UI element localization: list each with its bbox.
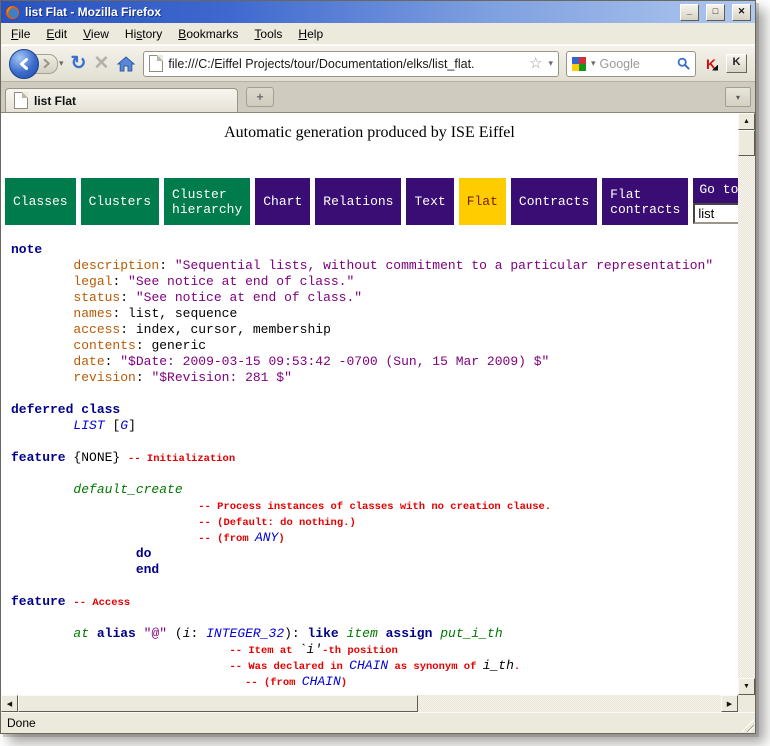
code-line: -- Item at `i'-th position	[11, 642, 738, 658]
stop-button: ✕	[93, 54, 109, 73]
nav-button-flat[interactable]: Flat	[459, 178, 506, 225]
back-button[interactable]	[9, 49, 39, 79]
scrollbar-corner	[738, 695, 755, 712]
nav-button-clusters[interactable]: Clusters	[81, 178, 159, 225]
code-line: access: index, cursor, membership	[11, 322, 738, 338]
bookmark-star-icon[interactable]: ☆	[529, 56, 542, 71]
menu-item-help[interactable]: Help	[290, 25, 331, 43]
goto-input[interactable]	[693, 203, 738, 224]
tab-favicon	[14, 92, 28, 109]
address-bar[interactable]: file:///C:/Eiffel Projects/tour/Document…	[143, 51, 559, 77]
code-line	[11, 466, 738, 482]
reload-button[interactable]: ↻	[71, 54, 87, 73]
horizontal-scroll-thumb[interactable]	[18, 695, 418, 712]
search-box[interactable]: ▾ Google	[566, 51, 696, 77]
code-line: -- (Default: do nothing.)	[11, 514, 738, 530]
vertical-scroll-thumb[interactable]	[738, 130, 755, 156]
code-line	[11, 610, 738, 626]
window-title: list Flat - Mozilla Firefox	[25, 5, 673, 19]
goto-label: Go to:	[693, 178, 738, 203]
nav-button-text[interactable]: Text	[406, 178, 453, 225]
navigation-toolbar: ▾ ↻ ✕ file:///C:/Eiffel Projects/tour/Do…	[1, 45, 755, 82]
scroll-right-button[interactable]: ▶	[721, 695, 738, 712]
menu-bar: FileEditViewHistoryBookmarksToolsHelp	[1, 23, 755, 45]
code-line: revision: "$Revision: 281 $"	[11, 370, 738, 386]
status-bar: Done	[1, 712, 755, 733]
code-line: -- Process instances of classes with no …	[11, 498, 738, 514]
scroll-up-button[interactable]: ▲	[738, 113, 755, 130]
tab-title: list Flat	[34, 94, 76, 108]
new-tab-button[interactable]: +	[246, 87, 274, 107]
code-line	[11, 434, 738, 450]
google-logo-icon	[572, 57, 586, 71]
horizontal-scrollbar[interactable]: ◀ ▶	[1, 695, 738, 712]
page-title: Automatic generation produced by ISE Eif…	[1, 124, 738, 142]
menu-item-file[interactable]: File	[3, 25, 38, 43]
code-line: -- (from ANY)	[11, 530, 738, 546]
menu-item-bookmarks[interactable]: Bookmarks	[170, 25, 246, 43]
title-bar[interactable]: list Flat - Mozilla Firefox _ □ ✕	[1, 1, 755, 23]
code-line: default_create	[11, 482, 738, 498]
nav-button-flat-contracts[interactable]: Flat contracts	[602, 178, 688, 225]
kaspersky-icon[interactable]: K	[703, 56, 719, 72]
code-line: description: "Sequential lists, without …	[11, 258, 738, 274]
menu-item-history[interactable]: History	[117, 25, 170, 43]
nav-button-relations[interactable]: Relations	[315, 178, 401, 225]
menu-item-view[interactable]: View	[75, 25, 117, 43]
back-arrow-icon	[18, 58, 30, 70]
tab-bar: list Flat + ▾	[1, 82, 755, 112]
code-line: at alias "@" (i: INTEGER_32): like item …	[11, 626, 738, 642]
nav-button-cluster-hierarchy[interactable]: Cluster hierarchy	[164, 178, 250, 225]
page-viewport: Automatic generation produced by ISE Eif…	[1, 112, 755, 712]
back-forward-group: ▾	[9, 49, 64, 79]
home-button[interactable]	[116, 55, 136, 73]
tab-list-flat[interactable]: list Flat	[5, 88, 238, 112]
code-line: LIST [G]	[11, 418, 738, 434]
search-magnifier-icon[interactable]	[677, 57, 690, 70]
status-text: Done	[7, 716, 36, 730]
scroll-left-button[interactable]: ◀	[1, 695, 18, 712]
resize-grip[interactable]	[741, 719, 754, 732]
code-line: -- (from CHAIN)	[11, 674, 738, 690]
code-listing: note description: "Sequential lists, wit…	[1, 242, 738, 690]
firefox-icon	[5, 5, 20, 20]
code-line: status: "See notice at end of class."	[11, 290, 738, 306]
goto-block: Go to:	[693, 178, 738, 225]
code-line	[11, 578, 738, 594]
k-toolbar-button[interactable]: K	[726, 54, 747, 73]
search-engine-dropdown[interactable]: ▾	[591, 58, 596, 69]
menu-item-edit[interactable]: Edit	[38, 25, 75, 43]
page-content: Automatic generation produced by ISE Eif…	[1, 113, 738, 695]
close-button[interactable]: ✕	[732, 4, 751, 21]
minimize-button[interactable]: _	[680, 4, 699, 21]
tab-list-dropdown-button[interactable]: ▾	[725, 87, 751, 107]
address-dropdown-button[interactable]: ▾	[548, 58, 553, 69]
maximize-button[interactable]: □	[706, 4, 725, 21]
code-line: do	[11, 546, 738, 562]
code-line: deferred class	[11, 402, 738, 418]
code-line: date: "$Date: 2009-03-15 09:53:42 -0700 …	[11, 354, 738, 370]
nav-button-contracts[interactable]: Contracts	[511, 178, 597, 225]
code-line: end	[11, 562, 738, 578]
nav-button-chart[interactable]: Chart	[255, 178, 310, 225]
forward-arrow-icon	[42, 59, 51, 68]
browser-window: list Flat - Mozilla Firefox _ □ ✕ FileEd…	[0, 0, 756, 734]
scroll-down-button[interactable]: ▼	[738, 678, 755, 695]
menu-item-tools[interactable]: Tools	[246, 25, 290, 43]
code-line: -- Was declared in CHAIN as synonym of i…	[11, 658, 738, 674]
nav-button-classes[interactable]: Classes	[5, 178, 76, 225]
code-line: note	[11, 242, 738, 258]
code-line: contents: generic	[11, 338, 738, 354]
code-line: feature -- Access	[11, 594, 738, 610]
history-dropdown-button[interactable]: ▾	[59, 58, 64, 69]
code-line: legal: "See notice at end of class."	[11, 274, 738, 290]
vertical-scrollbar[interactable]: ▲ ▼	[738, 113, 755, 695]
code-line: names: list, sequence	[11, 306, 738, 322]
page-favicon	[149, 55, 163, 72]
search-input[interactable]: Google	[600, 57, 673, 71]
address-url[interactable]: file:///C:/Eiffel Projects/tour/Document…	[168, 57, 524, 71]
code-line	[11, 386, 738, 402]
doc-nav-row: ClassesClustersCluster hierarchyChartRel…	[5, 178, 738, 225]
code-line: feature {NONE} -- Initialization	[11, 450, 738, 466]
